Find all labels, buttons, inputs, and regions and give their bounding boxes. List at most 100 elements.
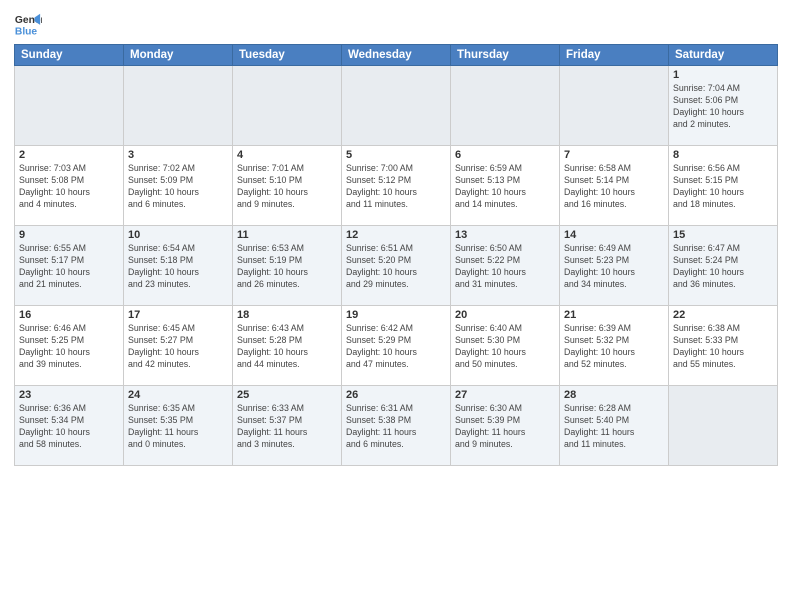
calendar-day-cell (15, 66, 124, 146)
day-number: 26 (346, 389, 446, 401)
day-number: 27 (455, 389, 555, 401)
day-number: 15 (673, 229, 773, 241)
calendar-day-cell: 18 Sunrise: 6:43 AMSunset: 5:28 PMDayligh… (233, 306, 342, 386)
calendar: SundayMondayTuesdayWednesdayThursdayFrid… (14, 44, 778, 466)
calendar-day-cell (451, 66, 560, 146)
calendar-week-row: 2Sunrise: 7:03 AMSunset: 5:08 PMDaylight… (15, 146, 778, 226)
calendar-day-cell (342, 66, 451, 146)
day-number: 6 (455, 149, 555, 161)
day-info: Sunrise: 7:04 AMSunset: 5:06 PMDaylight:… (673, 83, 773, 131)
calendar-week-row: 23 Sunrise: 6:36 AMSunset: 5:34 PMDayligh… (15, 386, 778, 466)
day-info: Sunrise: 6:39 AMSunset: 5:32 PMDaylight:… (564, 323, 664, 371)
day-info: Sunrise: 6:45 AMSunset: 5:27 PMDaylight:… (128, 323, 228, 371)
day-number: 8 (673, 149, 773, 161)
day-info: Sunrise: 7:02 AMSunset: 5:09 PMDaylight:… (128, 163, 228, 211)
calendar-day-cell: 14 Sunrise: 6:49 AMSunset: 5:23 PMDayligh… (560, 226, 669, 306)
day-number: 23 (19, 389, 119, 401)
day-info: Sunrise: 6:47 AMSunset: 5:24 PMDaylight:… (673, 243, 773, 291)
calendar-day-cell: 10 Sunrise: 6:54 AMSunset: 5:18 PMDayligh… (124, 226, 233, 306)
day-number: 12 (346, 229, 446, 241)
calendar-day-cell (233, 66, 342, 146)
day-number: 3 (128, 149, 228, 161)
calendar-day-cell: 6 Sunrise: 6:59 AMSunset: 5:13 PMDaylight… (451, 146, 560, 226)
header: General Blue (14, 10, 778, 38)
svg-text:Blue: Blue (15, 26, 38, 37)
calendar-day-cell: 1 Sunrise: 7:04 AMSunset: 5:06 PMDaylight… (669, 66, 778, 146)
weekday-header: Saturday (669, 45, 778, 66)
day-number: 4 (237, 149, 337, 161)
day-info: Sunrise: 6:54 AMSunset: 5:18 PMDaylight:… (128, 243, 228, 291)
weekday-header: Sunday (15, 45, 124, 66)
calendar-day-cell: 24 Sunrise: 6:35 AMSunset: 5:35 PMDayligh… (124, 386, 233, 466)
day-info: Sunrise: 6:49 AMSunset: 5:23 PMDaylight:… (564, 243, 664, 291)
calendar-day-cell: 21 Sunrise: 6:39 AMSunset: 5:32 PMDayligh… (560, 306, 669, 386)
weekday-header: Thursday (451, 45, 560, 66)
weekday-header: Monday (124, 45, 233, 66)
calendar-day-cell: 26 Sunrise: 6:31 AMSunset: 5:38 PMDayligh… (342, 386, 451, 466)
day-number: 1 (673, 69, 773, 81)
day-number: 10 (128, 229, 228, 241)
day-info: Sunrise: 6:51 AMSunset: 5:20 PMDaylight:… (346, 243, 446, 291)
calendar-day-cell: 15 Sunrise: 6:47 AMSunset: 5:24 PMDayligh… (669, 226, 778, 306)
calendar-day-cell: 8 Sunrise: 6:56 AMSunset: 5:15 PMDaylight… (669, 146, 778, 226)
day-number: 9 (19, 229, 119, 241)
day-info: Sunrise: 6:59 AMSunset: 5:13 PMDaylight:… (455, 163, 555, 211)
page: General Blue SundayMondayTuesdayWednesda… (0, 0, 792, 612)
day-info: Sunrise: 6:42 AMSunset: 5:29 PMDaylight:… (346, 323, 446, 371)
day-info: Sunrise: 6:31 AMSunset: 5:38 PMDaylight:… (346, 403, 446, 451)
calendar-day-cell (560, 66, 669, 146)
day-info: Sunrise: 6:28 AMSunset: 5:40 PMDaylight:… (564, 403, 664, 451)
day-number: 13 (455, 229, 555, 241)
calendar-week-row: 16Sunrise: 6:46 AMSunset: 5:25 PMDayligh… (15, 306, 778, 386)
day-number: 28 (564, 389, 664, 401)
day-number: 20 (455, 309, 555, 321)
day-number: 24 (128, 389, 228, 401)
calendar-day-cell: 23 Sunrise: 6:36 AMSunset: 5:34 PMDayligh… (15, 386, 124, 466)
calendar-week-row: 9 Sunrise: 6:55 AMSunset: 5:17 PMDaylight… (15, 226, 778, 306)
day-number: 16 (19, 309, 119, 321)
day-info: Sunrise: 6:55 AMSunset: 5:17 PMDaylight:… (19, 243, 119, 291)
calendar-day-cell: 28 Sunrise: 6:28 AMSunset: 5:40 PMDayligh… (560, 386, 669, 466)
day-number: 14 (564, 229, 664, 241)
calendar-day-cell: 5Sunrise: 7:00 AMSunset: 5:12 PMDaylight… (342, 146, 451, 226)
logo-icon: General Blue (14, 10, 42, 38)
day-info: Sunrise: 6:35 AMSunset: 5:35 PMDaylight:… (128, 403, 228, 451)
calendar-day-cell: 22 Sunrise: 6:38 AMSunset: 5:33 PMDayligh… (669, 306, 778, 386)
day-info: Sunrise: 6:30 AMSunset: 5:39 PMDaylight:… (455, 403, 555, 451)
day-number: 11 (237, 229, 337, 241)
calendar-day-cell: 12 Sunrise: 6:51 AMSunset: 5:20 PMDayligh… (342, 226, 451, 306)
day-info: Sunrise: 6:50 AMSunset: 5:22 PMDaylight:… (455, 243, 555, 291)
day-number: 21 (564, 309, 664, 321)
day-number: 7 (564, 149, 664, 161)
calendar-header-row: SundayMondayTuesdayWednesdayThursdayFrid… (15, 45, 778, 66)
day-info: Sunrise: 6:58 AMSunset: 5:14 PMDaylight:… (564, 163, 664, 211)
day-number: 17 (128, 309, 228, 321)
weekday-header: Friday (560, 45, 669, 66)
day-info: Sunrise: 6:33 AMSunset: 5:37 PMDaylight:… (237, 403, 337, 451)
day-info: Sunrise: 6:43 AMSunset: 5:28 PMDaylight:… (237, 323, 337, 371)
day-number: 19 (346, 309, 446, 321)
calendar-day-cell: 9 Sunrise: 6:55 AMSunset: 5:17 PMDaylight… (15, 226, 124, 306)
day-info: Sunrise: 7:00 AMSunset: 5:12 PMDaylight:… (346, 163, 446, 211)
day-info: Sunrise: 6:40 AMSunset: 5:30 PMDaylight:… (455, 323, 555, 371)
calendar-day-cell: 13 Sunrise: 6:50 AMSunset: 5:22 PMDayligh… (451, 226, 560, 306)
weekday-header: Tuesday (233, 45, 342, 66)
day-info: Sunrise: 6:56 AMSunset: 5:15 PMDaylight:… (673, 163, 773, 211)
calendar-day-cell: 16Sunrise: 6:46 AMSunset: 5:25 PMDayligh… (15, 306, 124, 386)
calendar-day-cell: 17 Sunrise: 6:45 AMSunset: 5:27 PMDayligh… (124, 306, 233, 386)
logo: General Blue (14, 10, 42, 38)
calendar-day-cell: 25Sunrise: 6:33 AMSunset: 5:37 PMDayligh… (233, 386, 342, 466)
calendar-day-cell: 20 Sunrise: 6:40 AMSunset: 5:30 PMDayligh… (451, 306, 560, 386)
calendar-day-cell (124, 66, 233, 146)
day-info: Sunrise: 7:01 AMSunset: 5:10 PMDaylight:… (237, 163, 337, 211)
day-info: Sunrise: 6:36 AMSunset: 5:34 PMDaylight:… (19, 403, 119, 451)
day-number: 18 (237, 309, 337, 321)
day-info: Sunrise: 6:53 AMSunset: 5:19 PMDaylight:… (237, 243, 337, 291)
day-number: 22 (673, 309, 773, 321)
day-info: Sunrise: 7:03 AMSunset: 5:08 PMDaylight:… (19, 163, 119, 211)
calendar-day-cell (669, 386, 778, 466)
day-info: Sunrise: 6:38 AMSunset: 5:33 PMDaylight:… (673, 323, 773, 371)
calendar-day-cell: 3 Sunrise: 7:02 AMSunset: 5:09 PMDaylight… (124, 146, 233, 226)
calendar-day-cell: 27 Sunrise: 6:30 AMSunset: 5:39 PMDayligh… (451, 386, 560, 466)
calendar-day-cell: 19 Sunrise: 6:42 AMSunset: 5:29 PMDayligh… (342, 306, 451, 386)
